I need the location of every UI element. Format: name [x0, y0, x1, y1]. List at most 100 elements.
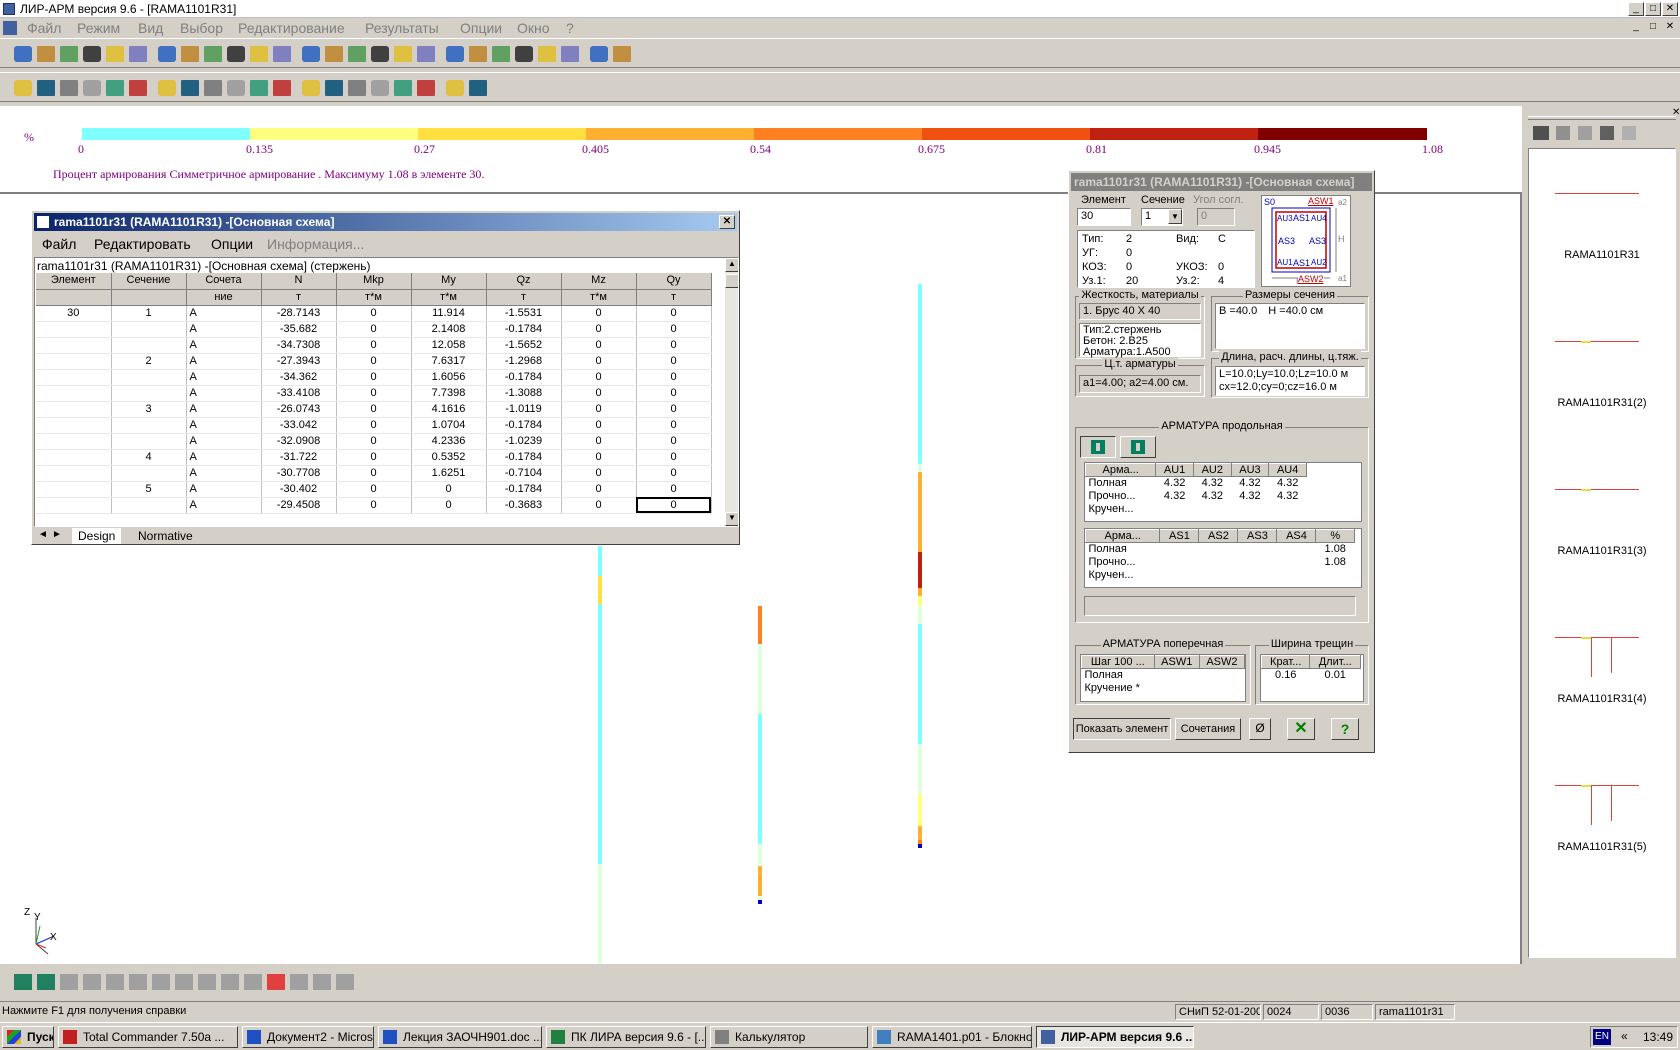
toolbar-tool-icon[interactable] — [325, 46, 343, 62]
table-menu-options[interactable]: Опции — [211, 236, 253, 252]
table-row[interactable]: 5 A -30.402 0 0 -0.1784 0 0 — [36, 481, 712, 498]
table-cell[interactable] — [111, 433, 187, 450]
taskbar-task-button[interactable]: Лекция ЗАОЧН901.doc ... — [378, 1026, 542, 1048]
table-row[interactable]: A -33.042 0 1.0704 -0.1784 0 0 — [36, 417, 712, 434]
toolbar-tool-icon[interactable] — [446, 80, 464, 96]
table-header-cell[interactable]: Qy — [636, 273, 712, 290]
scheme-thumbnail[interactable] — [1551, 781, 1643, 825]
table-cell[interactable]: 0 — [561, 305, 637, 322]
table-cell[interactable]: 0 — [561, 385, 637, 402]
toolbar-tool-icon[interactable] — [106, 46, 124, 62]
table-cell[interactable]: 0 — [636, 353, 712, 370]
table-cell[interactable]: 0 — [336, 497, 412, 514]
tab-prev-icon[interactable]: ◄ — [38, 529, 48, 540]
table-cell[interactable]: A — [186, 321, 262, 338]
mini-header-cell[interactable]: AU2 — [1192, 463, 1232, 477]
table-cell[interactable] — [36, 337, 112, 354]
table-cell[interactable]: 0 — [561, 497, 637, 514]
bottom-tool-icon[interactable] — [244, 974, 262, 990]
table-header-cell[interactable]: т — [636, 289, 712, 306]
table-cell[interactable]: 4 — [111, 449, 187, 466]
table-cell[interactable]: 30 — [36, 305, 112, 322]
table-cell[interactable]: 0 — [336, 369, 412, 386]
table-cell[interactable]: -27.3943 — [261, 353, 337, 370]
table-cell[interactable]: -30.402 — [261, 481, 337, 498]
toolbar-tool-icon[interactable] — [158, 80, 176, 96]
toolbar-tool-icon[interactable] — [561, 46, 579, 62]
table-cell[interactable]: 0 — [561, 433, 637, 450]
table-cell[interactable]: -0.1784 — [486, 481, 562, 498]
table-cell[interactable] — [36, 481, 112, 498]
menu-options[interactable]: Опции — [460, 20, 502, 36]
scroll-down-button[interactable]: ▼ — [725, 512, 738, 526]
table-cell[interactable]: A — [186, 305, 262, 322]
table-cell[interactable] — [111, 321, 187, 338]
scheme-thumbnail[interactable] — [1551, 337, 1643, 377]
table-cell[interactable]: 0 — [561, 481, 637, 498]
table-cell[interactable]: 0 — [636, 433, 712, 450]
bottom-tool-icon[interactable] — [152, 974, 170, 990]
toolbar-tool-icon[interactable] — [348, 80, 366, 96]
table-cell[interactable]: 0 — [336, 305, 412, 322]
toolbar-tool-icon[interactable] — [83, 80, 101, 96]
table-menu-edit[interactable]: Редактировать — [94, 236, 191, 252]
toolbar-tool-icon[interactable] — [227, 46, 245, 62]
taskbar-task-button[interactable]: Калькулятор — [710, 1026, 868, 1048]
toolbar-tool-icon[interactable] — [538, 46, 556, 62]
table-cell[interactable] — [36, 321, 112, 338]
mini-header-cell[interactable]: Арма... — [1084, 463, 1157, 477]
mini-header-cell[interactable]: AU3 — [1230, 463, 1270, 477]
table-cell[interactable]: -26.0743 — [261, 401, 337, 418]
table-row[interactable]: A -35.682 0 2.1408 -0.1784 0 0 — [36, 321, 712, 338]
column-segment[interactable] — [598, 744, 602, 864]
table-cell[interactable]: 0 — [561, 369, 637, 386]
table-cell[interactable]: 0 — [561, 449, 637, 466]
table-cell[interactable]: 11.914 — [411, 305, 487, 322]
toolbar-tool-icon[interactable] — [60, 46, 78, 62]
scheme-thumbnail-label[interactable]: RAMA1101R31(5) — [1529, 841, 1675, 853]
table-header-cell[interactable] — [111, 289, 187, 306]
scheme-thumbnail[interactable] — [1551, 189, 1643, 229]
table-row[interactable]: 4 A -31.722 0 0.5352 -0.1784 0 0 — [36, 449, 712, 466]
toolbar-tool-icon[interactable] — [371, 46, 389, 62]
column-segment[interactable] — [918, 596, 922, 606]
table-header-cell[interactable]: т — [486, 289, 562, 306]
table-cell[interactable]: 0 — [336, 353, 412, 370]
toolbar-tool-icon[interactable] — [469, 46, 487, 62]
mini-header-cell[interactable]: ASW2 — [1198, 655, 1246, 669]
mini-header-cell[interactable]: AS3 — [1237, 529, 1278, 543]
table-cell[interactable]: 0 — [336, 449, 412, 466]
table-cell[interactable]: 4.2336 — [411, 433, 487, 450]
table-cell[interactable]: -33.4108 — [261, 385, 337, 402]
table-cell[interactable]: A — [186, 417, 262, 434]
toolbar-tool-icon[interactable] — [129, 46, 147, 62]
table-cell[interactable]: 0 — [336, 337, 412, 354]
table-cell[interactable]: 4.1616 — [411, 401, 487, 418]
table-cell[interactable]: 0 — [636, 497, 712, 514]
close-dialog-button[interactable]: ✕ — [1287, 718, 1315, 740]
column-segment[interactable] — [918, 840, 922, 844]
table-cell[interactable]: 0 — [336, 465, 412, 482]
table-cell[interactable]: 0.5352 — [411, 449, 487, 466]
toolbar-tool-icon[interactable] — [469, 80, 487, 96]
menu-select[interactable]: Выбор — [180, 20, 223, 36]
scheme-thumbnail[interactable] — [1551, 633, 1643, 677]
table-cell[interactable] — [36, 465, 112, 482]
toolbar-tool-icon[interactable] — [60, 80, 78, 96]
toolbar-tool-icon[interactable] — [181, 46, 199, 62]
taskbar-task-button[interactable]: ПК ЛИРА версия 9.6 - [... — [546, 1026, 706, 1048]
toolbar-tool-icon[interactable] — [204, 80, 222, 96]
table-cell[interactable]: -31.722 — [261, 449, 337, 466]
table-header-cell[interactable]: т*м — [561, 289, 637, 306]
table-vscrollbar[interactable]: ▲ ▼ — [725, 258, 738, 526]
column-segment[interactable] — [918, 826, 922, 840]
table-cell[interactable]: 0 — [336, 481, 412, 498]
table-cell[interactable]: -34.362 — [261, 369, 337, 386]
taskbar-task-button[interactable]: ЛИР-АРМ версия 9.6 ... — [1036, 1026, 1194, 1048]
table-cell[interactable]: 0 — [636, 369, 712, 386]
table-cell[interactable]: -1.5531 — [486, 305, 562, 322]
table-cell[interactable]: A — [186, 401, 262, 418]
column-segment[interactable] — [918, 606, 922, 624]
lang-indicator[interactable]: EN — [1593, 1029, 1611, 1045]
table-cell[interactable]: -1.0239 — [486, 433, 562, 450]
